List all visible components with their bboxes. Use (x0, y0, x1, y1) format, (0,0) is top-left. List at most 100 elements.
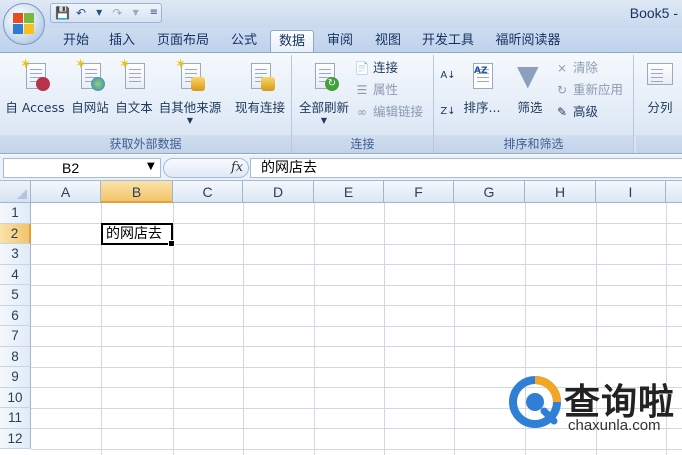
filter-button[interactable]: ▼ 筛选 (510, 57, 550, 116)
gridline (31, 325, 682, 327)
from-other-sources-button[interactable]: ✶ 自其他来源 ▼ (156, 57, 224, 125)
reapply-filter-icon: ↻ (556, 83, 568, 97)
dropdown-caret-icon[interactable]: ▼ (92, 6, 106, 20)
row-header-4[interactable]: 4 (0, 264, 31, 285)
window-title: Book5 - (629, 5, 678, 21)
column-header-c[interactable]: C (173, 181, 243, 203)
gridline (243, 203, 244, 455)
gridline (31, 366, 682, 368)
from-access-button[interactable]: ✶ 自 Access (4, 57, 66, 116)
tab-data[interactable]: 数据 (270, 30, 314, 52)
tab-home[interactable]: 开始 (52, 30, 100, 52)
redo-icon[interactable]: ↷ (110, 6, 124, 20)
row-header-9[interactable]: 9 (0, 367, 31, 388)
funnel-icon: ▼ (517, 59, 539, 92)
star-icon: ✶ (119, 57, 130, 72)
row-header-12[interactable]: 12 (0, 428, 31, 449)
row-header-8[interactable]: 8 (0, 346, 31, 367)
column-header-h[interactable]: H (525, 181, 596, 203)
row-header-2[interactable]: 2 (0, 223, 31, 244)
column-header-f[interactable]: F (384, 181, 454, 203)
office-button[interactable] (3, 3, 45, 45)
ribbon: ✶ 自 Access ✶ 自网站 ✶ 自文本 ✶ 自其他来源 ▼ 现有连接 获取… (0, 52, 682, 154)
sort-ascending-button[interactable]: A↓ (440, 67, 456, 85)
column-header-b[interactable]: B (101, 181, 173, 203)
formula-bar: B2 ▼ fx 的网店去 (0, 155, 682, 181)
tab-formulas[interactable]: 公式 (222, 30, 266, 52)
link-icon: ∞ (357, 105, 367, 119)
connections-button[interactable]: 📄 连接 (354, 59, 399, 77)
from-text-button[interactable]: ✶ 自文本 (112, 57, 156, 116)
sort-az-icon: A↓ (440, 70, 456, 81)
dropdown-caret-icon: ▼ (186, 116, 194, 125)
row-header-3[interactable]: 3 (0, 244, 31, 265)
existing-connections-button[interactable]: 现有连接 (230, 57, 290, 116)
group-connections: ↻ 全部刷新 ▼ 📄 连接 ☰ 属性 ∞ 编辑链接 连接 (292, 55, 434, 153)
gridline (384, 203, 385, 455)
formula-controls: fx (163, 158, 249, 178)
column-header-partial[interactable] (666, 181, 682, 203)
from-web-button[interactable]: ✶ 自网站 (68, 57, 112, 116)
select-all-button[interactable] (0, 181, 31, 203)
group-label: 连接 (292, 135, 433, 153)
sort-button[interactable]: AZ 排序... (462, 57, 502, 116)
chevron-down-icon[interactable]: ▼ (147, 161, 155, 172)
customize-icon[interactable]: ≡ (147, 6, 161, 20)
tab-developer[interactable]: 开发工具 (414, 30, 482, 52)
group-get-external-data: ✶ 自 Access ✶ 自网站 ✶ 自文本 ✶ 自其他来源 ▼ 现有连接 获取… (0, 55, 292, 153)
row-header-6[interactable]: 6 (0, 305, 31, 326)
properties-button[interactable]: ☰ 属性 (354, 81, 398, 99)
gridline (314, 203, 315, 455)
connections-icon: 📄 (354, 61, 370, 75)
globe-icon (91, 77, 105, 91)
column-header-a[interactable]: A (31, 181, 101, 203)
column-header-e[interactable]: E (314, 181, 384, 203)
group-label: 获取外部数据 (0, 135, 291, 153)
save-icon[interactable]: 💾 (55, 6, 70, 20)
properties-icon: ☰ (356, 83, 368, 97)
edit-links-button[interactable]: ∞ 编辑链接 (354, 103, 423, 121)
row-header-11[interactable]: 11 (0, 408, 31, 429)
gridline (454, 203, 455, 455)
group-data-tools: 分列 (636, 55, 682, 153)
advanced-button[interactable]: ✎ 高级 (554, 103, 598, 121)
row-header-5[interactable]: 5 (0, 285, 31, 306)
row-header-7[interactable]: 7 (0, 326, 31, 347)
tab-page-layout[interactable]: 页面布局 (146, 30, 220, 52)
undo-icon[interactable]: ↶ (74, 6, 88, 20)
refresh-all-button[interactable]: ↻ 全部刷新 ▼ (296, 57, 352, 125)
column-header-i[interactable]: I (596, 181, 666, 203)
star-icon: ✶ (20, 57, 31, 72)
gridline (31, 284, 682, 286)
gridline (31, 305, 682, 306)
formula-input[interactable]: 的网店去 (250, 158, 682, 178)
ribbon-tabs: 开始 插入 页面布局 公式 数据 审阅 视图 开发工具 福昕阅读器 (0, 28, 682, 52)
sort-descending-button[interactable]: Z↓ (440, 103, 456, 121)
advanced-filter-icon: ✎ (556, 105, 568, 119)
tab-view[interactable]: 视图 (366, 30, 410, 52)
database-icon (191, 77, 205, 91)
star-icon: ✶ (75, 57, 86, 72)
access-key-icon (36, 77, 50, 91)
column-header-d[interactable]: D (243, 181, 314, 203)
tab-review[interactable]: 审阅 (318, 30, 362, 52)
gridline (31, 346, 682, 347)
row-header-1[interactable]: 1 (0, 203, 31, 224)
gridline (31, 264, 682, 265)
tab-insert[interactable]: 插入 (100, 30, 144, 52)
text-to-columns-button[interactable]: 分列 (640, 57, 680, 116)
reapply-button[interactable]: ↻ 重新应用 (554, 81, 623, 99)
quick-access-toolbar: 💾 ↶ ▼ ↷ ▼ ≡ (50, 3, 162, 23)
insert-function-button[interactable]: fx (231, 159, 243, 177)
column-header-g[interactable]: G (454, 181, 525, 203)
clear-button[interactable]: ⨯ 清除 (554, 59, 598, 77)
row-header-10[interactable]: 10 (0, 387, 31, 408)
name-box[interactable]: B2 (3, 158, 161, 178)
watermark: 查询啦 chaxunla.com (508, 373, 678, 453)
star-icon: ✶ (175, 57, 186, 72)
active-cell-b2[interactable]: 的网店去 (101, 223, 175, 247)
watermark-url: chaxunla.com (568, 417, 661, 434)
dropdown-caret-icon[interactable]: ▼ (129, 6, 143, 20)
watermark-logo-icon (509, 376, 561, 428)
tab-foxit-reader[interactable]: 福昕阅读器 (488, 30, 568, 52)
